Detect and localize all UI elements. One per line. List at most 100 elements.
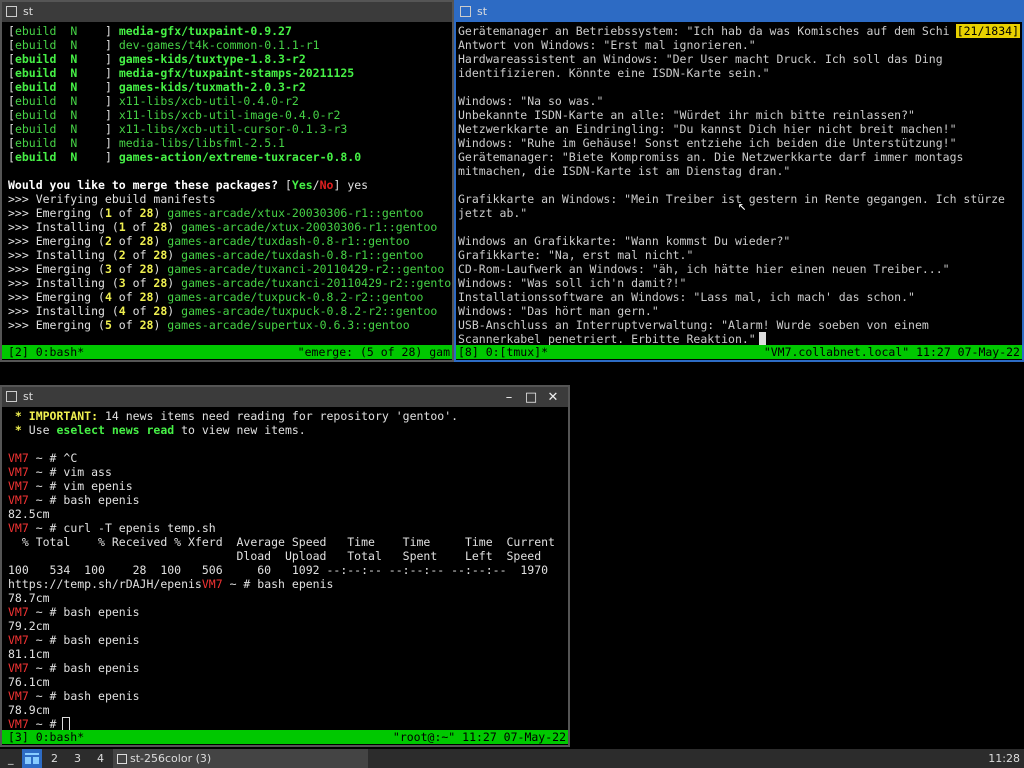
task-button-st[interactable]: st-256color (3) [113,749,368,768]
terminal-line: [ebuild N ] dev-games/t4k-common-0.1.1-r… [8,38,452,52]
workspace-3-button[interactable]: 3 [74,749,81,768]
terminal-text: games-arcade/tuxanci-20110429-r2::gentoo [167,262,445,276]
terminal-text: https://temp.sh/rDAJH/epenis [8,577,202,591]
scroll-position-badge: [21/1834] [955,24,1020,38]
status-left: [2] 0:bash* [8,345,85,359]
status-left: [3] 0:bash* [8,730,85,744]
terminal-line: Windows: "Na so was." [458,94,604,108]
close-icon[interactable]: ✕ [542,389,564,405]
window-title: st [477,5,488,18]
terminal-text: [ [8,24,15,38]
terminal-line: [ebuild N ] games-kids/tuxtype-1.8.3-r2 [8,52,452,66]
terminal-output[interactable]: * IMPORTANT: 14 news items need reading … [2,409,568,731]
clock: 11:28 [988,752,1020,765]
terminal-text: VM7 [8,633,29,647]
terminal-text: ~ # vim epenis [28,479,133,493]
terminal-line: 76.1cm [8,675,568,689]
terminal-window-tmux[interactable]: st Gerätemanager an Betriebssystem: "Ich… [454,0,1024,362]
terminal-text: of [125,220,154,234]
terminal-text: ] [104,94,119,108]
terminal-text: 5 [104,318,112,332]
window-titlebar[interactable]: st [456,2,1022,22]
workspace-1-button[interactable] [22,749,42,768]
terminal-text: Use [28,423,57,437]
terminal-text: Would you like to merge these packages? [8,178,285,192]
terminal-line: [ebuild N ] games-kids/tuxmath-2.0.3-r2 [8,80,452,94]
terminal-text: ) [167,248,182,262]
terminal-text: >>> Emerging ( [8,290,105,304]
window-icon [460,6,471,17]
maximize-icon[interactable]: □ [520,389,542,405]
terminal-text: ) [167,304,182,318]
terminal-text: >>> Installing ( [8,276,119,290]
terminal-line: >>> Emerging (4 of 28) games-arcade/tuxp… [8,290,452,304]
terminal-text: ) [153,290,168,304]
terminal-text: ) [167,220,182,234]
terminal-text: games-arcade/supertux-0.6.3::gentoo [167,318,410,332]
terminal-text: ~ # bash epenis [28,605,140,619]
terminal-line: 79.2cm [8,619,568,633]
terminal-line: Gerätemanager: "Biete Kompromiss an. Die… [458,150,964,164]
terminal-window-bash[interactable]: st – □ ✕ * IMPORTANT: 14 news items need… [0,385,570,747]
taskbar: _ 2 3 4 st-256color (3) 11:28 [0,749,1024,768]
terminal-text: ebuild N [14,150,105,164]
terminal-output[interactable]: Gerätemanager an Betriebssystem: "Ich ha… [456,24,1022,346]
terminal-text: [ [8,136,15,150]
terminal-line: VM7 ~ # vim ass [8,465,568,479]
terminal-text: VM7 [8,717,29,731]
terminal-text: ] yes [333,178,369,192]
window-titlebar[interactable]: st – □ ✕ [2,387,568,407]
workspace-underscore[interactable]: _ [8,749,14,768]
terminal-line: Unbekannte ISDN-Karte an alle: "Würdet i… [458,108,915,122]
terminal-cursor [759,332,766,345]
terminal-text: ) [153,234,168,248]
workspace-2-button[interactable]: 2 [51,749,58,768]
terminal-text: of [111,318,140,332]
terminal-output[interactable]: [ebuild N ] media-gfx/tuxpaint-0.9.27 [eb… [2,24,452,332]
workspace-4-button[interactable]: 4 [97,749,104,768]
terminal-text: 82.5cm [8,507,50,521]
workspace-1-windows-icon [25,753,39,764]
terminal-line: 78.7cm [8,591,568,605]
terminal-text: 81.1cm [8,647,50,661]
terminal-window-emerge[interactable]: st [ebuild N ] media-gfx/tuxpaint-0.9.27… [0,0,454,362]
terminal-text: ] [104,150,119,164]
terminal-line: 81.1cm [8,647,568,661]
terminal-text: >>> Installing ( [8,304,119,318]
terminal-text: x11-libs/xcb-util-0.4.0-r2 [118,94,299,108]
terminal-line: CD-Rom-Laufwerk an Windows: "äh, ich hät… [458,262,950,276]
terminal-text: IMPORTANT: [28,409,99,423]
terminal-text: ] [104,52,119,66]
terminal-line: 82.5cm [8,507,568,521]
terminal-line: * Use eselect news read to view new item… [8,423,568,437]
terminal-text: [ [8,122,15,136]
minimize-icon[interactable]: – [498,389,520,405]
status-right: "root@:~" 11:27 07-May-22 [392,730,566,744]
terminal-text: VM7 [8,689,29,703]
terminal-line: VM7 ~ # vim epenis [8,479,568,493]
terminal-text: ebuild N [14,24,105,38]
terminal-text: ~ # bash epenis [28,689,140,703]
terminal-text: / [312,178,320,192]
terminal-line: [ebuild N ] x11-libs/xcb-util-cursor-0.1… [8,122,452,136]
terminal-text: VM7 [8,493,29,507]
terminal-text: 3 [104,262,112,276]
terminal-text: ) [153,318,168,332]
terminal-text: of [111,290,140,304]
window-titlebar[interactable]: st [2,2,452,22]
terminal-text: 1 [104,206,112,220]
terminal-text: 28 [153,304,168,318]
terminal-text: 28 [139,262,154,276]
terminal-line: [ebuild N ] media-gfx/tuxpaint-0.9.27 [8,24,452,38]
mouse-pointer-icon: ↖ [738,198,747,214]
terminal-line: VM7 ~ # bash epenis [8,493,568,507]
terminal-text: VM7 [8,479,29,493]
terminal-text: Dload Upload Total Spent Left Speed [8,549,542,563]
terminal-text: >>> Emerging ( [8,206,105,220]
terminal-text: games-kids/tuxtype-1.8.3-r2 [118,52,306,66]
terminal-line: VM7 ~ # bash epenis [8,661,568,675]
terminal-text: [ [8,80,15,94]
